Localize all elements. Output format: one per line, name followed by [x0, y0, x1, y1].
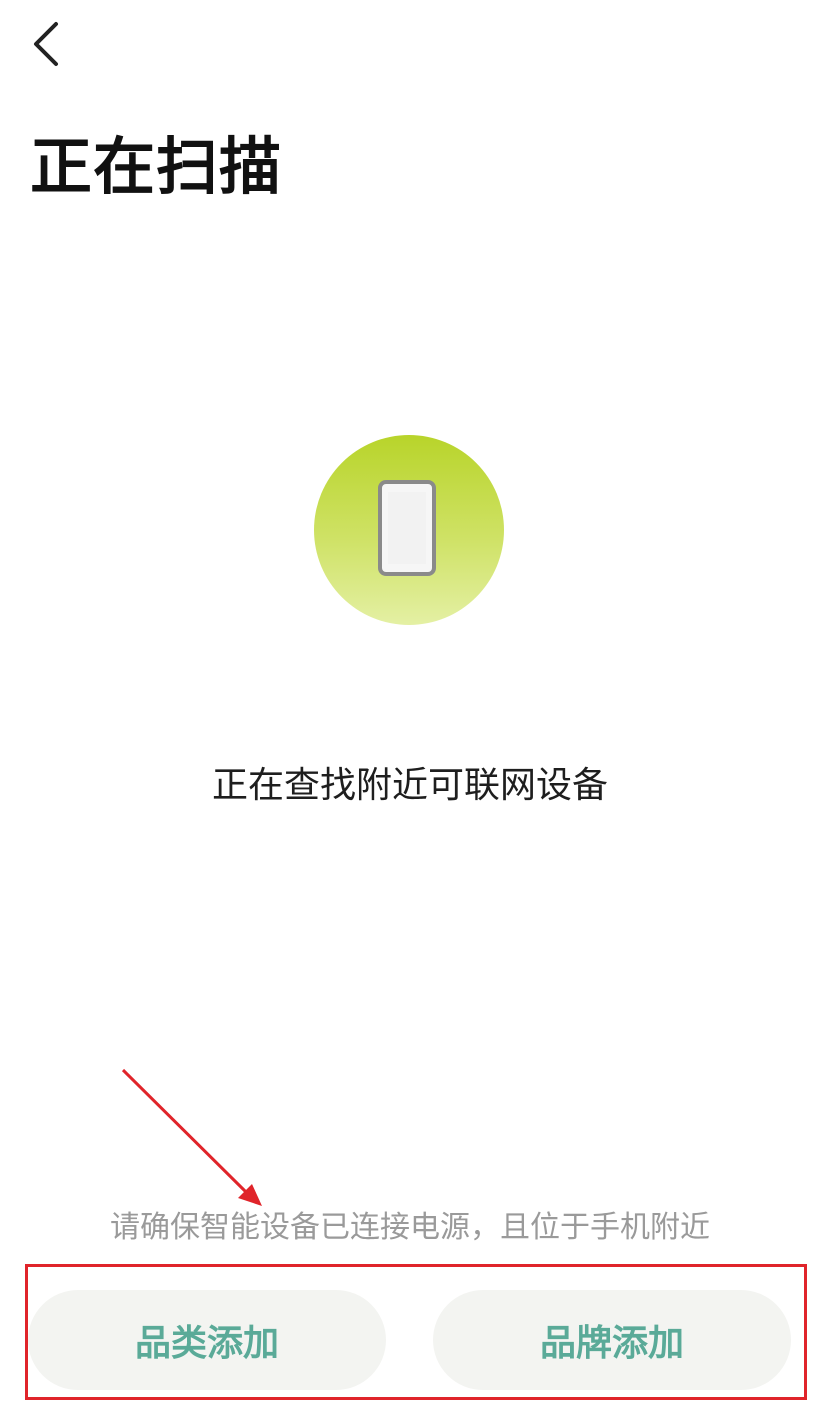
scan-status-text: 正在查找附近可联网设备: [211, 765, 608, 806]
back-button[interactable]: [14, 12, 74, 76]
smartphone-icon: [378, 480, 436, 576]
chevron-left-icon: [34, 22, 58, 66]
annotation-arrow: [121, 1068, 262, 1206]
phone-screen: [388, 492, 426, 564]
add-by-category-button[interactable]: 品类添加: [28, 1290, 386, 1390]
hint-text: 请确保智能设备已连接电源，且位于手机附近: [110, 1210, 710, 1245]
page-title: 正在扫描: [30, 130, 283, 203]
add-by-brand-button[interactable]: 品牌添加: [433, 1290, 791, 1390]
